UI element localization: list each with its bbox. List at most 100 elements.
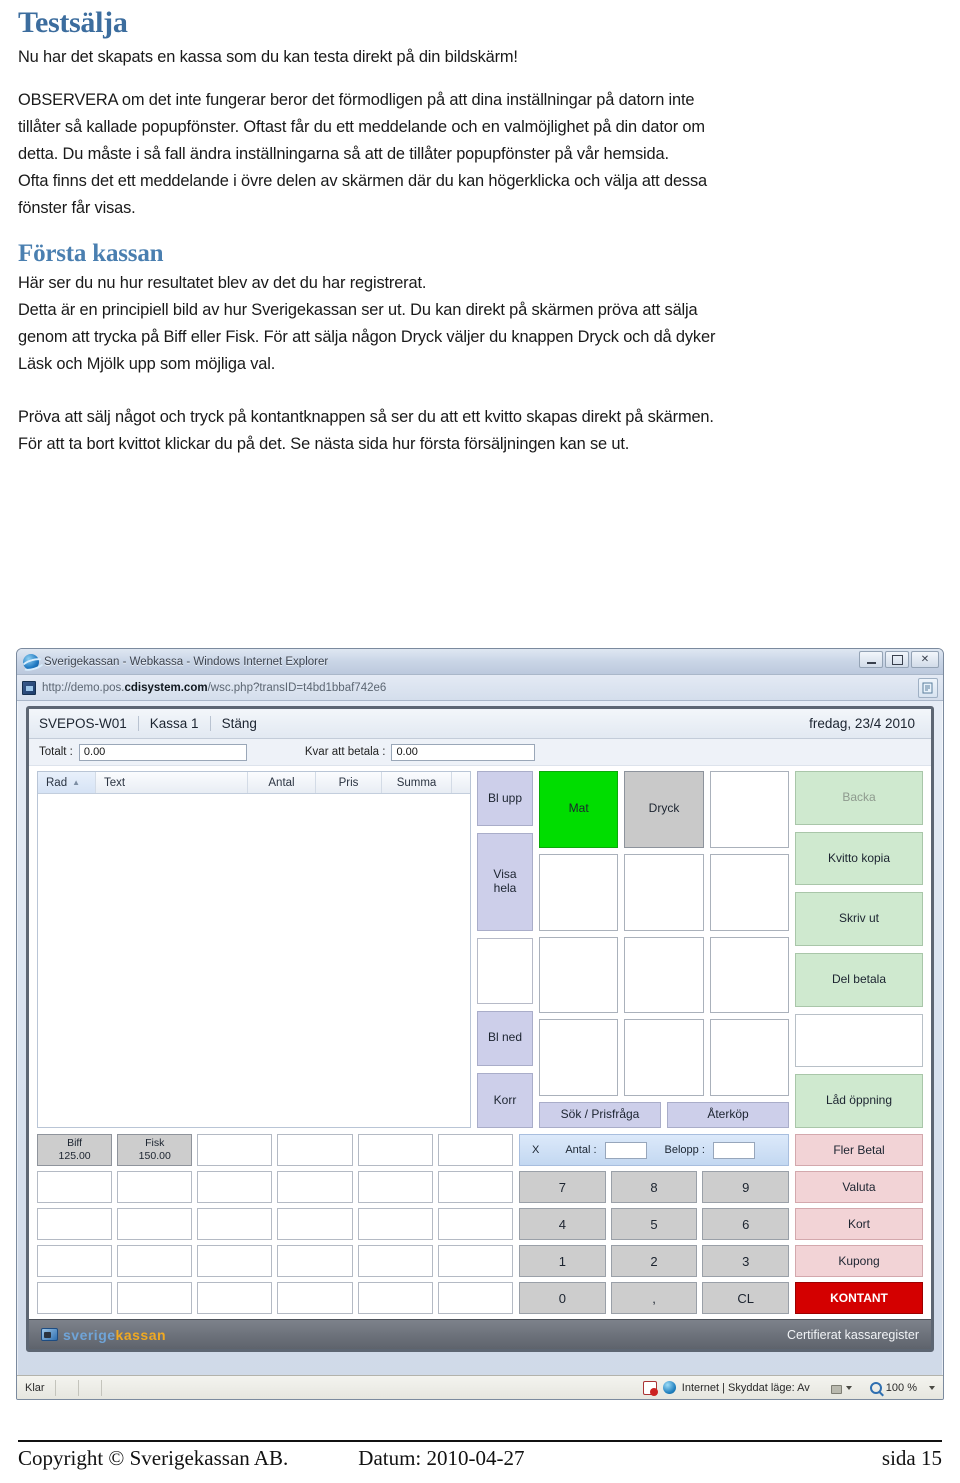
numpad-key-2[interactable]: 2 <box>610 1245 698 1277</box>
maximize-button[interactable] <box>885 651 909 668</box>
button-fler-betal[interactable]: Fler Betal <box>795 1134 923 1166</box>
button-function-blank[interactable] <box>795 1013 923 1068</box>
plu-button-empty[interactable] <box>37 1208 113 1240</box>
column-header-summa[interactable]: Summa <box>382 772 452 793</box>
plu-button-empty[interactable] <box>37 1282 113 1314</box>
numpad-key-4[interactable]: 4 <box>519 1208 606 1240</box>
numpad-key-9[interactable]: 9 <box>702 1171 790 1203</box>
department-button-empty[interactable] <box>709 771 789 848</box>
plu-button-empty[interactable] <box>357 1282 433 1314</box>
plu-button-empty[interactable] <box>437 1134 513 1166</box>
button-visa-hela[interactable]: Visa hela <box>477 833 533 931</box>
numpad-key-1[interactable]: 1 <box>519 1245 606 1277</box>
button-valuta[interactable]: Valuta <box>795 1171 923 1203</box>
column-header-pris[interactable]: Pris <box>316 772 382 793</box>
numpad-key-8[interactable]: 8 <box>610 1171 698 1203</box>
pos-register-label[interactable]: Kassa 1 <box>139 716 210 731</box>
button-skriv-ut[interactable]: Skriv ut <box>795 892 923 947</box>
department-button-empty[interactable] <box>624 936 704 1014</box>
close-button[interactable]: ✕ <box>911 651 939 668</box>
department-button-empty[interactable] <box>624 1019 704 1096</box>
plu-button-empty[interactable] <box>277 1208 353 1240</box>
minimize-button[interactable] <box>859 651 883 668</box>
address-url[interactable]: http://demo.pos.cdisystem.com/wsc.php?tr… <box>42 682 386 694</box>
plu-button-empty[interactable] <box>277 1245 353 1277</box>
plu-button-empty[interactable] <box>357 1134 433 1166</box>
numpad-key-6[interactable]: 6 <box>702 1208 790 1240</box>
plu-button-empty[interactable] <box>357 1208 433 1240</box>
department-button-empty[interactable] <box>624 853 704 931</box>
department-button-empty[interactable] <box>539 936 619 1014</box>
plu-button-empty[interactable] <box>437 1282 513 1314</box>
plu-button-empty[interactable] <box>117 1171 193 1203</box>
department-button-dryck[interactable]: Dryck <box>624 771 704 848</box>
numpad-key-7[interactable]: 7 <box>519 1171 606 1203</box>
plu-button-empty[interactable] <box>37 1171 113 1203</box>
plu-button-empty[interactable] <box>437 1245 513 1277</box>
department-button-empty[interactable] <box>539 1019 619 1096</box>
chevron-down-icon[interactable] <box>845 1385 852 1390</box>
privacy-lock-icon[interactable] <box>828 1381 842 1394</box>
plu-button-empty[interactable] <box>117 1245 193 1277</box>
numpad-key-3[interactable]: 3 <box>702 1245 790 1277</box>
browser-window-screenshot: Sverigekassan - Webkassa - Windows Inter… <box>16 648 944 1400</box>
pos-totals-row: Totalt : 0.00 Kvar att betala : 0.00 <box>29 739 931 766</box>
button-del-betala[interactable]: Del betala <box>795 953 923 1007</box>
window-controls: ✕ <box>859 651 939 668</box>
button-bl-ned[interactable]: Bl ned <box>477 1010 533 1066</box>
department-button-empty[interactable] <box>709 936 789 1014</box>
page-actions-icon[interactable] <box>918 677 938 698</box>
plu-button-empty[interactable] <box>197 1282 273 1314</box>
button-sok-prisfraga[interactable]: Sök / Prisfråga <box>539 1102 661 1128</box>
chevron-down-icon[interactable] <box>929 1385 935 1390</box>
button-nav-blank[interactable] <box>477 937 533 1004</box>
button-kupong[interactable]: Kupong <box>795 1245 923 1277</box>
plu-button-empty[interactable] <box>197 1134 273 1166</box>
button-backa[interactable]: Backa <box>795 771 923 825</box>
column-header-antal[interactable]: Antal <box>248 772 316 793</box>
plu-button-biff[interactable]: Biff 125.00 <box>37 1134 113 1166</box>
receipt-line-table[interactable]: Rad ▲ Text Antal Pris Summa <box>37 771 471 1128</box>
quantity-input[interactable] <box>604 1141 647 1159</box>
plu-button-empty[interactable] <box>197 1171 273 1203</box>
department-button-mat[interactable]: Mat <box>539 771 619 848</box>
privacy-controls[interactable] <box>828 1381 852 1394</box>
department-button-empty[interactable] <box>539 853 619 931</box>
button-lad-oppning[interactable]: Låd öppning <box>795 1074 923 1129</box>
plu-button-empty[interactable] <box>277 1171 353 1203</box>
zoom-control[interactable]: 100 % <box>869 1381 935 1394</box>
plu-button-empty[interactable] <box>357 1245 433 1277</box>
plu-button-fisk[interactable]: Fisk 150.00 <box>117 1134 193 1166</box>
plu-button-empty[interactable] <box>277 1134 353 1166</box>
plu-button-empty[interactable] <box>357 1171 433 1203</box>
button-korr[interactable]: Korr <box>477 1072 533 1129</box>
button-kvitto-kopia[interactable]: Kvitto kopia <box>795 831 923 886</box>
button-aterkop[interactable]: Återköp <box>667 1102 789 1128</box>
numpad-key-5[interactable]: 5 <box>610 1208 698 1240</box>
column-header-rad[interactable]: Rad ▲ <box>38 772 96 793</box>
plu-button-empty[interactable] <box>437 1208 513 1240</box>
department-button-empty[interactable] <box>709 1019 789 1096</box>
plu-button-empty[interactable] <box>197 1245 273 1277</box>
amount-input[interactable] <box>712 1141 755 1159</box>
remaining-label: Kvar att betala : <box>304 746 386 758</box>
column-header-text[interactable]: Text <box>96 772 248 793</box>
plu-button-empty[interactable] <box>277 1282 353 1314</box>
receipt-table-body[interactable] <box>38 794 470 1127</box>
security-zone-indicator[interactable]: Internet | Skyddat läge: Av <box>642 1380 810 1396</box>
pos-close-link[interactable]: Stäng <box>211 716 268 731</box>
numpad-key-comma[interactable]: , <box>610 1282 698 1314</box>
plu-button-empty[interactable] <box>37 1245 113 1277</box>
department-button-empty[interactable] <box>709 853 789 931</box>
plu-button-empty[interactable] <box>117 1282 193 1314</box>
plu-button-empty[interactable] <box>197 1208 273 1240</box>
button-kontant[interactable]: KONTANT <box>795 1282 923 1314</box>
button-bl-upp[interactable]: Bl upp <box>477 771 533 827</box>
plu-button-empty[interactable] <box>117 1208 193 1240</box>
numpad-key-clear[interactable]: CL <box>702 1282 790 1314</box>
plu-button-empty[interactable] <box>437 1171 513 1203</box>
button-kort[interactable]: Kort <box>795 1208 923 1240</box>
numpad-key-0[interactable]: 0 <box>519 1282 606 1314</box>
browser-address-bar[interactable]: http://demo.pos.cdisystem.com/wsc.php?tr… <box>17 675 943 701</box>
url-domain: cdisystem.com <box>124 681 208 694</box>
